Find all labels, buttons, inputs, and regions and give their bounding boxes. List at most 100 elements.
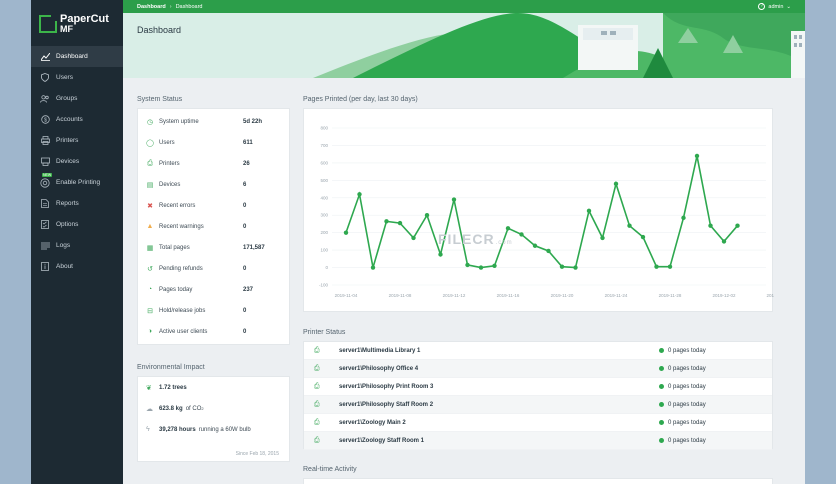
sidebar-item-label: Logs	[56, 242, 71, 249]
system-status-value: 0	[243, 328, 247, 335]
sidebar-item-printers[interactable]: Printers	[31, 130, 123, 151]
system-status-title: System Status	[137, 96, 183, 103]
data-point[interactable]	[654, 264, 659, 269]
data-point[interactable]	[492, 263, 497, 269]
env-hours-row: ϟ 39,278 hours running a 60W bulb	[138, 419, 289, 440]
help-icon[interactable]: ?	[758, 3, 766, 10]
sidebar-item-dashboard[interactable]: Dashboard	[31, 46, 123, 67]
sidebar-item-label: Users	[56, 74, 73, 81]
data-point[interactable]	[546, 248, 551, 254]
printer-row[interactable]: ⎙ server1\Philosophy Staff Room 2 0 pages …	[304, 396, 772, 414]
data-point[interactable]	[681, 215, 686, 221]
printer-name[interactable]: server1\Zoology Staff Room 1	[339, 438, 659, 444]
x-tick-label: 2019-11-12	[443, 293, 466, 298]
data-point[interactable]	[532, 243, 538, 248]
printer-row[interactable]: ⎙ server1\Zoology Main 2 0 pages today	[304, 414, 772, 432]
papercut-logo[interactable]: PaperCut MF	[39, 12, 109, 36]
watermark: FILECR.com	[438, 231, 513, 247]
data-point[interactable]	[627, 223, 632, 228]
data-point[interactable]	[735, 223, 740, 228]
data-point[interactable]	[667, 264, 673, 269]
data-point[interactable]	[559, 264, 565, 269]
system-status-value: 0	[243, 265, 247, 272]
sidebar-item-enable-printing[interactable]: NEW Enable Printing	[31, 172, 123, 193]
printer-name[interactable]: server1\Zoology Main 2	[339, 420, 659, 426]
system-status-row: ◑ Active user clients 0	[138, 321, 289, 342]
data-point[interactable]	[397, 220, 403, 226]
printer-name[interactable]: server1\Philosophy Print Room 3	[339, 384, 659, 390]
status-dot-icon	[659, 384, 664, 389]
data-point[interactable]	[438, 252, 443, 257]
system-status-value: 6	[243, 181, 247, 188]
data-point[interactable]	[411, 235, 416, 241]
printer-status-text: 0 pages today	[668, 437, 706, 444]
sidebar-item-label: Enable Printing	[56, 179, 101, 186]
printer-name[interactable]: server1\Philosophy Office 4	[339, 366, 659, 372]
x-tick-label: 2019-11-24	[605, 293, 628, 298]
system-status-label: Printers	[159, 160, 180, 167]
y-tick-label: 100	[320, 248, 328, 253]
printer-status-card: ⎙ server1\Multimedia Library 1 0 pages tod…	[303, 341, 773, 450]
system-status-row: ▦ Total pages 171,587	[138, 237, 289, 258]
sidebar-item-groups[interactable]: Groups	[31, 88, 123, 109]
realtime-activity-title: Real-time Activity	[303, 466, 357, 473]
system-status-row: ◷ System uptime 5d 22h	[138, 111, 289, 132]
data-point[interactable]	[613, 181, 619, 187]
sidebar-item-options[interactable]: Options	[31, 214, 123, 235]
printer-icon: ⎙	[314, 382, 320, 390]
data-point[interactable]	[519, 232, 524, 237]
sidebar-item-users[interactable]: Users	[31, 67, 123, 88]
printer-row[interactable]: ⎙ server1\Philosophy Print Room 3 0 pages …	[304, 378, 772, 396]
data-point[interactable]	[357, 192, 362, 197]
sidebar-item-label: Dashboard	[56, 53, 88, 60]
printer-icon: ⎙	[314, 418, 320, 426]
sidebar-nav: Dashboard Users Groups $ Accounts Printe…	[31, 46, 123, 277]
printer-status-text: 0 pages today	[668, 419, 706, 426]
top-bar: Dashboard › Dashboard ? admin ⌄	[123, 0, 805, 13]
y-tick-label: 700	[320, 143, 328, 148]
printer-name[interactable]: server1\Philosophy Staff Room 2	[339, 402, 659, 408]
env-trees: 1.72 trees	[159, 384, 187, 391]
data-point[interactable]	[721, 239, 727, 244]
clock-icon: ◷	[146, 118, 154, 126]
user-menu[interactable]: ? admin ⌄	[758, 3, 791, 10]
printer-icon: ⎙	[314, 346, 320, 354]
sidebar-item-devices[interactable]: Devices	[31, 151, 123, 172]
breadcrumb-root[interactable]: Dashboard	[137, 4, 166, 10]
system-status-label: Active user clients	[159, 328, 208, 335]
printer-icon: ⎙	[314, 400, 320, 408]
data-point[interactable]	[465, 262, 470, 268]
pages-printed-chart-card: -100 0 100 200 300 400 500 600 700 800 2019-11-04 2…	[303, 108, 790, 312]
data-point[interactable]	[478, 265, 484, 270]
hold-icon: ⊟	[147, 307, 153, 315]
data-point[interactable]	[505, 226, 511, 231]
sidebar-item-logs[interactable]: Logs	[31, 235, 123, 256]
printer-name[interactable]: server1\Multimedia Library 1	[339, 348, 659, 354]
data-point[interactable]	[384, 219, 389, 224]
sidebar-item-label: Devices	[56, 158, 80, 165]
data-point[interactable]	[600, 235, 605, 241]
data-point[interactable]	[708, 223, 713, 228]
printer-row[interactable]: ⎙ server1\Zoology Staff Room 1 0 pages tod…	[304, 432, 772, 450]
data-point[interactable]	[573, 265, 578, 270]
data-point[interactable]	[586, 208, 592, 214]
data-point[interactable]	[694, 153, 700, 159]
error-icon: ✖	[147, 202, 153, 210]
logs-icon	[40, 241, 50, 251]
data-point[interactable]	[640, 234, 646, 240]
printer-row[interactable]: ⎙ server1\Multimedia Library 1 0 pages tod…	[304, 342, 772, 360]
data-point[interactable]	[343, 230, 349, 235]
sidebar-item-accounts[interactable]: $ Accounts	[31, 109, 123, 130]
sidebar-item-about[interactable]: About	[31, 256, 123, 277]
chart-title: Pages Printed (per day, last 30 days)	[303, 96, 418, 103]
data-point[interactable]	[424, 213, 430, 218]
y-tick-label: 0	[325, 265, 328, 270]
environmental-impact-title: Environmental Impact	[137, 364, 205, 371]
device-icon	[40, 157, 50, 167]
system-status-value: 0	[243, 223, 247, 230]
data-point[interactable]	[451, 197, 457, 202]
printer-row[interactable]: ⎙ server1\Philosophy Office 4 0 pages toda…	[304, 360, 772, 378]
data-point[interactable]	[370, 265, 376, 270]
sidebar-item-reports[interactable]: Reports	[31, 193, 123, 214]
x-tick-label: 2019-12-06	[766, 293, 774, 298]
